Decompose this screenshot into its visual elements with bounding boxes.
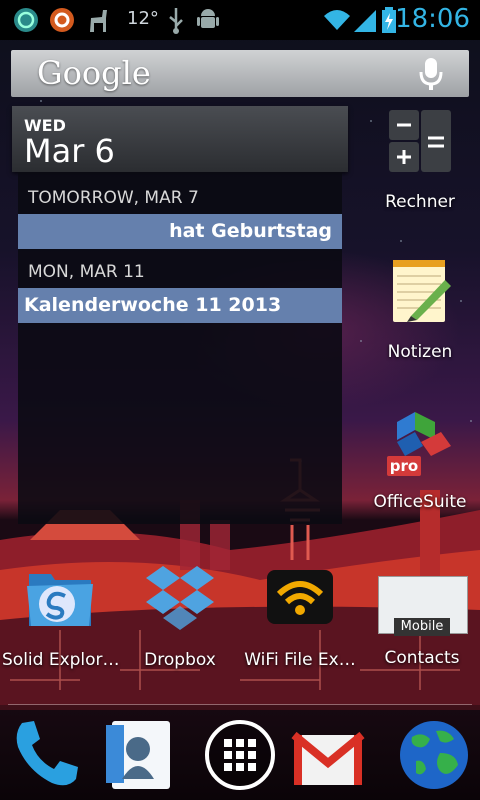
app-officesuite[interactable]: pro OfficeSuite xyxy=(366,408,474,512)
app-label: Dropbox xyxy=(144,650,216,670)
calculator-icon xyxy=(389,110,451,172)
app-label: WiFi File Ex… xyxy=(244,650,356,670)
android-debug-icon xyxy=(197,9,219,28)
app-contacts-folder[interactable]: Mobile Contacts xyxy=(370,560,474,668)
calendar-date: Mar 6 xyxy=(24,132,115,170)
sync-icon xyxy=(14,8,38,32)
app-wifi-file-explorer[interactable]: WiFi File Ex… xyxy=(242,560,358,670)
officesuite-badge: pro xyxy=(390,457,418,475)
gmail-icon[interactable] xyxy=(290,717,366,793)
phone-icon[interactable] xyxy=(8,717,84,793)
wifi-icon xyxy=(324,10,350,30)
agenda-event-title: hat Geburtstag xyxy=(169,220,332,242)
llama-icon xyxy=(90,10,107,32)
app-label: Notizen xyxy=(387,342,453,362)
notepad-icon xyxy=(393,260,451,322)
wifi-file-explorer-icon xyxy=(267,570,333,624)
all-apps-icon[interactable] xyxy=(202,717,278,793)
dock xyxy=(0,705,480,800)
app-notizen[interactable]: Notizen xyxy=(370,258,470,362)
people-icon[interactable] xyxy=(102,717,178,793)
agenda-event[interactable]: Kalenderwoche 11 2013 xyxy=(18,288,342,323)
contacts-sync-icon xyxy=(50,8,74,32)
calendar-widget-agenda[interactable]: TOMORROW, MAR 7 hat Geburtstag MON, MAR … xyxy=(18,172,342,524)
app-dropbox[interactable]: Dropbox xyxy=(126,560,234,670)
agenda-event[interactable]: hat Geburtstag xyxy=(18,214,342,249)
google-search-bar[interactable]: Google xyxy=(11,50,469,97)
calendar-widget-header[interactable]: WED Mar 6 xyxy=(12,106,348,172)
contacts-folder-icon: Mobile xyxy=(372,560,472,638)
solid-explorer-icon xyxy=(27,574,93,626)
browser-globe-icon[interactable] xyxy=(396,717,472,793)
agenda-event-title: Kalenderwoche 11 2013 xyxy=(24,294,282,316)
app-label: OfficeSuite xyxy=(373,492,467,512)
app-solid-explorer[interactable]: Solid Explor… xyxy=(2,560,120,670)
app-rechner[interactable]: Rechner xyxy=(370,108,470,212)
agenda-day-header: MON, MAR 11 xyxy=(28,262,145,282)
app-label: Rechner xyxy=(385,192,455,212)
mic-icon[interactable] xyxy=(419,56,443,92)
clock: 18:06 xyxy=(395,4,470,34)
officesuite-icon: pro xyxy=(387,412,451,476)
usb-icon xyxy=(169,8,183,34)
app-label: Contacts xyxy=(384,648,460,668)
status-bar: 12° 18:06 xyxy=(0,0,480,40)
dropbox-icon xyxy=(146,566,214,630)
folder-sublabel: Mobile xyxy=(394,618,450,636)
google-logo-text: Google xyxy=(37,54,151,92)
signal-icon xyxy=(354,10,376,32)
temperature-text: 12° xyxy=(127,8,159,29)
app-label: Solid Explor… xyxy=(2,650,120,670)
agenda-day-header: TOMORROW, MAR 7 xyxy=(28,188,199,208)
